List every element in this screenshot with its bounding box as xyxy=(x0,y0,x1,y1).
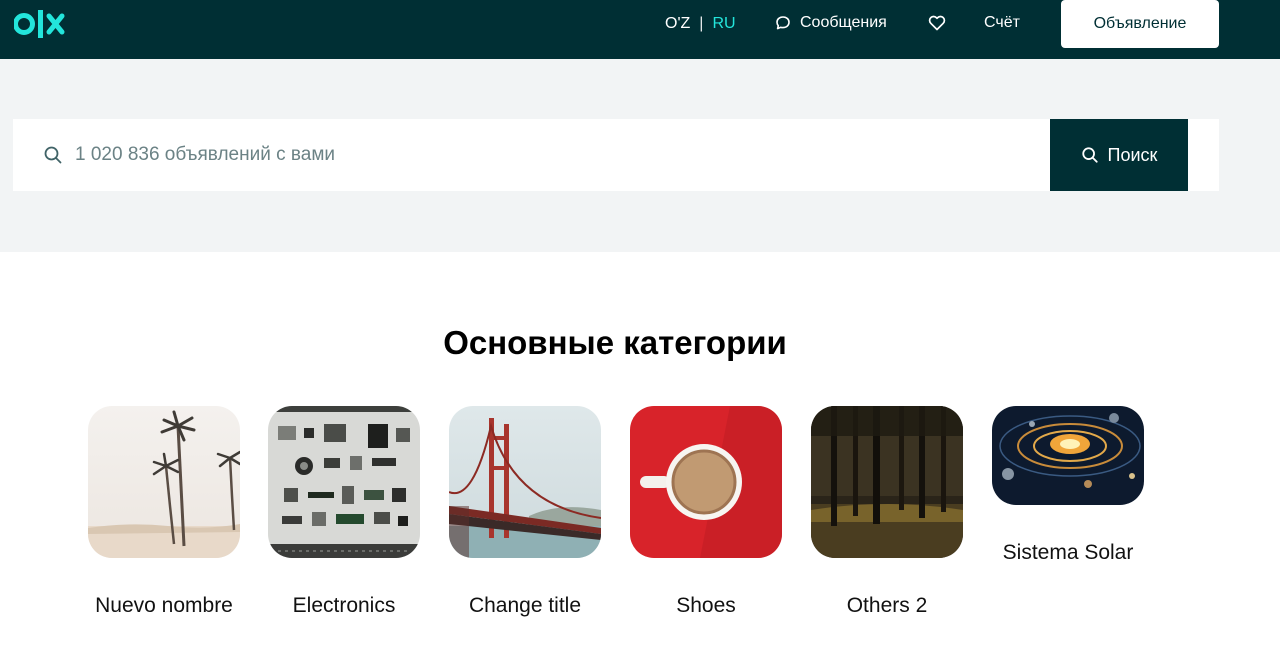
language-switcher: O'Z | RU xyxy=(665,14,736,34)
chat-icon xyxy=(776,16,790,30)
category-label: Nuevo nombre xyxy=(95,594,233,617)
post-ad-button[interactable]: Объявление xyxy=(1061,0,1219,48)
category-label: Shoes xyxy=(676,594,736,617)
category-image-forest xyxy=(811,406,963,558)
messages-label: Сообщения xyxy=(800,14,887,31)
search-button[interactable]: Поиск xyxy=(1050,119,1188,191)
search-icon xyxy=(44,146,62,164)
search-section: Поиск xyxy=(0,59,1280,252)
search-bar: Поиск xyxy=(13,119,1219,191)
category-image-electronics xyxy=(268,406,420,558)
heart-icon[interactable] xyxy=(928,14,946,32)
lang-uz-link[interactable]: O'Z xyxy=(665,15,690,33)
category-image-palm-trees xyxy=(88,406,240,558)
category-label: Others 2 xyxy=(846,594,928,617)
category-label: Electronics xyxy=(292,594,396,617)
categories-title: Основные категории xyxy=(443,324,787,361)
search-button-icon xyxy=(1081,147,1098,163)
category-image-bridge xyxy=(449,406,601,558)
category-label: Change title xyxy=(468,594,582,617)
olx-logo[interactable] xyxy=(14,8,74,40)
category-image-solar-system xyxy=(992,406,1144,505)
search-button-label: Поиск xyxy=(1107,144,1158,165)
lang-separator: | xyxy=(699,15,704,32)
search-input[interactable] xyxy=(75,119,1035,191)
messages-link[interactable]: Сообщения xyxy=(775,13,887,33)
category-label: Sistema Solar xyxy=(1002,541,1134,564)
top-header: O'Z | RU Сообщения Счёт Объявление xyxy=(0,0,1280,59)
category-image-coffee xyxy=(630,406,782,558)
lang-ru-link[interactable]: RU xyxy=(712,15,735,33)
account-link[interactable]: Счёт xyxy=(984,13,1020,33)
